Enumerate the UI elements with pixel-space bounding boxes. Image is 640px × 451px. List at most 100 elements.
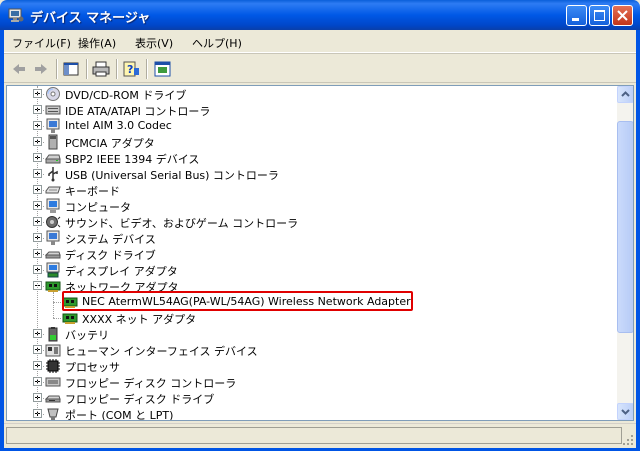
show-hide-tree-button[interactable] (60, 58, 82, 80)
print-button[interactable] (90, 58, 112, 80)
console-tree-icon (63, 62, 79, 76)
menu-file[interactable]: ファイル(F) (12, 35, 71, 51)
tree-item-label: バッテリ (65, 329, 109, 342)
close-icon (617, 10, 628, 21)
tree-item-label: フロッピー ディスク コントローラ (65, 377, 237, 390)
tree-category-item[interactable]: Intel AIM 3.0 Codec (7, 118, 607, 134)
system-device-icon (46, 230, 60, 245)
tree-connector (53, 302, 61, 303)
tree-item-label: システム デバイス (65, 233, 156, 246)
usb-icon (48, 167, 58, 182)
tree-item-label: USB (Universal Serial Bus) コントローラ (65, 169, 279, 182)
device-tree-view[interactable]: DVD/CD-ROM ドライブ IDE ATA/ATAPI コントローラ Intel… (6, 85, 634, 421)
chevron-up-icon (621, 91, 630, 97)
printer-icon (92, 61, 110, 77)
tree-category-item[interactable]: ポート (COM と LPT) (7, 406, 607, 421)
tree-item-label: Intel AIM 3.0 Codec (65, 119, 172, 132)
toolbar-separator (116, 59, 118, 79)
tree-item-label: ポート (COM と LPT) (65, 409, 174, 421)
floppy-controller-icon (45, 377, 61, 387)
tree-category-item[interactable]: サウンド、ビデオ、およびゲーム コントローラ (7, 214, 607, 230)
tree-item-label: ディスプレイ アダプタ (65, 265, 178, 278)
drive-icon (45, 154, 61, 164)
properties-button[interactable] (152, 58, 174, 80)
tree-item-label: ディスク ドライブ (65, 249, 156, 262)
arrow-right-icon (35, 64, 47, 74)
title-bar[interactable]: デバイス マネージャ (0, 0, 640, 30)
vertical-scrollbar[interactable] (617, 86, 633, 420)
menu-view[interactable]: 表示(V) (135, 35, 173, 51)
tree-category-item[interactable]: コンピュータ (7, 198, 607, 214)
tree-item-label: コンピュータ (65, 201, 131, 214)
tree-item-label: ヒューマン インターフェイス デバイス (65, 345, 258, 358)
toolbar-separator (146, 59, 148, 79)
toolbar-separator (86, 59, 88, 79)
minimize-icon (572, 18, 579, 21)
pcmcia-icon (48, 134, 58, 150)
tree-category-item[interactable]: フロッピー ディスク コントローラ (7, 374, 607, 390)
keyboard-icon (45, 186, 61, 194)
device-manager-icon (8, 8, 24, 22)
tree-category-item[interactable]: キーボード (7, 182, 607, 198)
window-title: デバイス マネージャ (30, 11, 151, 26)
network-card-icon (62, 313, 78, 324)
tree-category-item[interactable]: PCMCIA アダプタ (7, 134, 607, 150)
help-button[interactable]: ? (120, 58, 142, 80)
floppy-drive-icon (45, 395, 61, 403)
toolbar-separator (56, 59, 58, 79)
close-button[interactable] (612, 5, 633, 26)
toolbar: ? (4, 53, 636, 83)
tree-item-label: フロッピー ディスク ドライブ (65, 393, 215, 406)
tree-connector (53, 318, 61, 319)
hid-icon (45, 344, 61, 357)
tree-item-label: プロセッサ (65, 361, 120, 374)
scroll-down-button[interactable] (617, 403, 633, 420)
status-pane (6, 427, 622, 444)
tree-category-item[interactable]: システム デバイス (7, 230, 607, 246)
tree-item-label: キーボード (65, 185, 120, 198)
back-button[interactable] (8, 58, 30, 80)
tree-item-label: サウンド、ビデオ、およびゲーム コントローラ (65, 217, 299, 230)
tree-item-label: SBP2 IEEE 1394 デバイス (65, 153, 200, 166)
tree-category-item[interactable]: ヒューマン インターフェイス デバイス (7, 342, 607, 358)
tree-item-label: DVD/CD-ROM ドライブ (65, 89, 187, 102)
tree-category-item[interactable]: ディスプレイ アダプタ (7, 262, 607, 278)
processor-icon (46, 359, 60, 373)
forward-button[interactable] (30, 58, 52, 80)
tree-connector (37, 86, 38, 414)
resize-grip-icon[interactable] (622, 434, 634, 446)
device-tree: DVD/CD-ROM ドライブ IDE ATA/ATAPI コントローラ Intel… (7, 86, 617, 420)
tree-category-item[interactable]: フロッピー ディスク ドライブ (7, 390, 607, 406)
tree-connector (53, 292, 54, 318)
monitor-icon (46, 118, 60, 133)
menu-bar: ファイル(F) 操作(A) 表示(V) ヘルプ(H) (4, 30, 636, 53)
svg-text:?: ? (127, 63, 133, 76)
minimize-button[interactable] (566, 5, 587, 26)
tree-child-item[interactable]: XXXX ネット アダプタ (7, 310, 607, 326)
tree-category-item[interactable]: IDE ATA/ATAPI コントローラ (7, 102, 607, 118)
menu-action[interactable]: 操作(A) (78, 35, 116, 51)
maximize-button[interactable] (589, 5, 610, 26)
status-bar (4, 423, 636, 448)
tree-category-item[interactable]: USB (Universal Serial Bus) コントローラ (7, 166, 607, 182)
tree-category-item[interactable]: ディスク ドライブ (7, 246, 607, 262)
tree-category-item[interactable]: DVD/CD-ROM ドライブ (7, 86, 607, 102)
tree-item-label: PCMCIA アダプタ (65, 137, 155, 150)
tree-category-item[interactable]: バッテリ (7, 326, 607, 342)
tree-category-item[interactable]: SBP2 IEEE 1394 デバイス (7, 150, 607, 166)
cdrom-icon (46, 87, 60, 101)
port-icon (47, 408, 59, 420)
disk-drive-icon (45, 251, 61, 259)
display-adapter-icon (46, 262, 60, 278)
menu-help[interactable]: ヘルプ(H) (192, 35, 242, 51)
scroll-thumb[interactable] (617, 121, 633, 333)
ide-controller-icon (45, 105, 61, 115)
tree-category-item[interactable]: プロセッサ (7, 358, 607, 374)
help-icon: ? (123, 61, 139, 77)
scroll-up-button[interactable] (617, 86, 633, 103)
properties-icon (154, 61, 171, 77)
tree-item-label: XXXX ネット アダプタ (82, 313, 197, 326)
highlight-annotation (62, 291, 413, 311)
tree-item-label: IDE ATA/ATAPI コントローラ (65, 105, 211, 118)
sound-icon (46, 216, 61, 228)
